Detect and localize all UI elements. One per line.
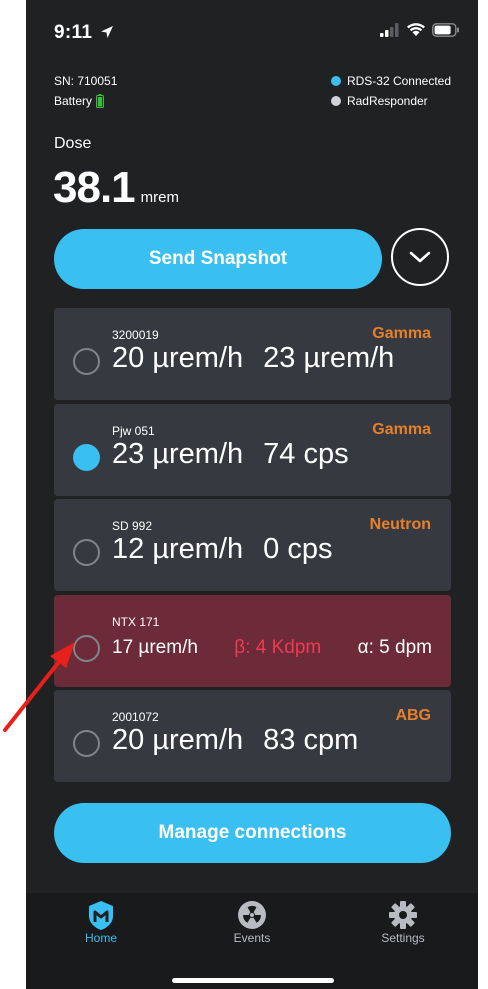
detector-card-3200019[interactable]: 3200019 Gamma 20 µrem/h 23 µrem/h	[54, 308, 451, 400]
phone-screen: 9:11 SN: 710051 Battery RDS-32 Connected…	[26, 0, 478, 989]
dose-label: Dose	[54, 135, 92, 152]
detector-type: ABG	[395, 707, 431, 724]
home-shield-icon	[89, 901, 113, 930]
chevron-down-icon	[409, 251, 431, 263]
battery-green-icon	[96, 94, 105, 108]
detector-card-sd992[interactable]: SD 992 Neutron 12 µrem/h 0 cps	[54, 499, 451, 591]
primary-reading: 20 µrem/h	[112, 724, 244, 756]
status-time: 9:11	[54, 22, 114, 44]
tab-events[interactable]: Events	[202, 899, 302, 945]
tab-label: Settings	[381, 931, 425, 945]
detector-card-pjw051[interactable]: Pjw 051 Gamma 23 µrem/h 74 cps	[54, 404, 451, 496]
battery-label: Battery	[54, 94, 93, 108]
expand-dose-button[interactable]	[391, 228, 449, 286]
connection-label: RadResponder	[346, 94, 428, 108]
primary-reading: 23 µrem/h	[112, 438, 244, 470]
tab-label: Events	[233, 931, 271, 945]
tab-label: Home	[84, 931, 117, 945]
select-radio[interactable]	[73, 730, 100, 757]
battery-row: Battery	[54, 91, 117, 111]
detector-card-ntx171[interactable]: NTX 171 17 µrem/h β: 4 Kdpm α: 5 dpm	[54, 595, 451, 687]
primary-reading: 12 µrem/h	[112, 533, 244, 565]
status-icons	[380, 22, 460, 37]
secondary-reading: 83 cpm	[263, 724, 359, 756]
detector-readings: 17 µrem/h β: 4 Kdpm α: 5 dpm	[112, 637, 432, 659]
secondary-reading: 23 µrem/h	[263, 342, 395, 374]
select-radio[interactable]	[73, 635, 100, 662]
detector-readings: 20 µrem/h 83 cpm	[112, 724, 358, 757]
secondary-reading: 74 cps	[263, 438, 349, 470]
status-dot-icon	[330, 76, 341, 86]
beta-reading: β: 4 Kdpm	[234, 637, 322, 658]
select-radio-selected[interactable]	[73, 444, 100, 471]
home-indicator	[172, 978, 334, 983]
alpha-reading: α: 5 dpm	[357, 637, 432, 658]
tab-settings[interactable]: Settings	[353, 899, 453, 945]
select-radio[interactable]	[73, 348, 100, 375]
gear-icon	[389, 901, 417, 929]
detector-readings: 20 µrem/h 23 µrem/h	[112, 342, 394, 375]
wifi-icon	[407, 23, 425, 36]
status-dot-icon	[330, 96, 341, 106]
location-arrow-icon	[100, 26, 113, 38]
detector-name: SD 992	[112, 519, 153, 533]
detector-type: Gamma	[372, 325, 431, 342]
battery-status-icon	[432, 22, 459, 37]
detector-type: Gamma	[372, 421, 431, 438]
status-time-text: 9:11	[54, 22, 93, 43]
detector-name: 3200019	[112, 328, 159, 342]
status-bar: 9:11	[26, 0, 478, 64]
dose-readout: 38.1 mrem	[53, 163, 179, 213]
detector-name: NTX 171	[112, 615, 160, 629]
radiation-icon	[238, 901, 266, 929]
detector-name: 2001072	[112, 710, 159, 724]
dose-unit: mrem	[140, 189, 179, 206]
connection-label: RDS-32 Connected	[346, 74, 451, 88]
detector-card-2001072[interactable]: 2001072 ABG 20 µrem/h 83 cpm	[54, 690, 451, 782]
connection-status-list: RDS-32 Connected RadResponder	[330, 71, 451, 111]
device-info: SN: 710051 Battery	[54, 71, 117, 111]
connection-radresponder: RadResponder	[330, 91, 451, 111]
detector-name: Pjw 051	[112, 424, 155, 438]
serial-number: SN: 710051	[54, 74, 118, 88]
detector-readings: 12 µrem/h 0 cps	[112, 533, 332, 566]
send-snapshot-button[interactable]: Send Snapshot	[54, 229, 382, 289]
dose-value: 38.1	[53, 163, 136, 212]
select-radio[interactable]	[73, 539, 100, 566]
detector-type: Neutron	[369, 516, 431, 533]
manage-connections-button[interactable]: Manage connections	[54, 803, 451, 863]
primary-reading: 20 µrem/h	[112, 342, 244, 374]
tab-home[interactable]: Home	[51, 899, 151, 945]
tab-bar: Home Events Settings	[26, 893, 478, 989]
detector-readings: 23 µrem/h 74 cps	[112, 438, 349, 471]
primary-reading: 17 µrem/h	[112, 637, 198, 658]
secondary-reading: 0 cps	[263, 533, 333, 565]
connection-rds32: RDS-32 Connected	[330, 71, 451, 91]
cellular-signal-icon	[380, 22, 399, 37]
